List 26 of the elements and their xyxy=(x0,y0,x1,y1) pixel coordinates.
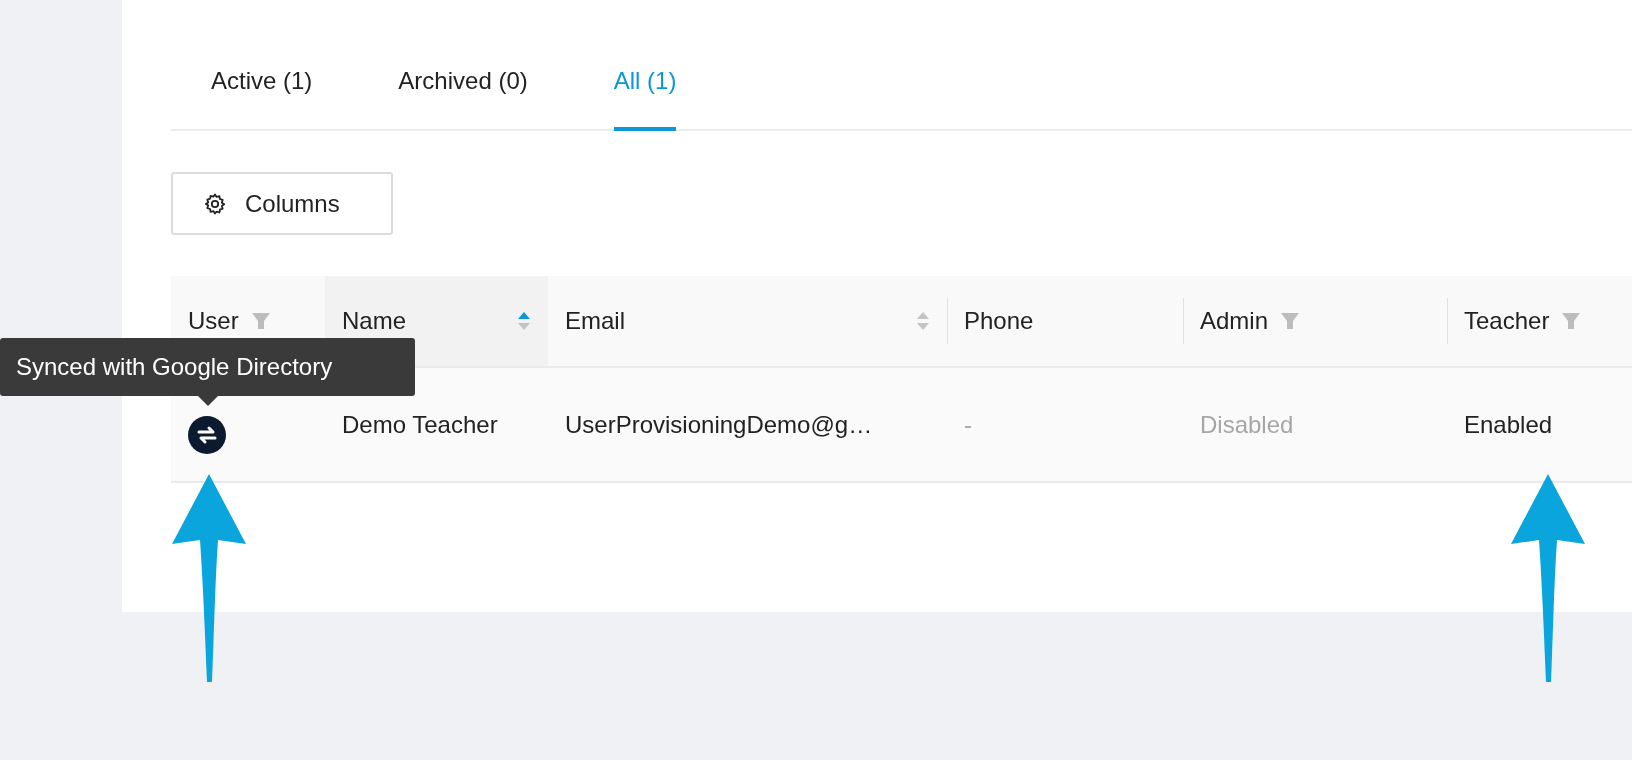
filter-icon[interactable] xyxy=(1561,312,1582,330)
column-label: Name xyxy=(342,306,408,336)
column-label: User xyxy=(188,306,239,336)
column-label: Phone xyxy=(964,306,1034,336)
column-header[interactable]: Teacher xyxy=(1447,276,1632,366)
sort-icon[interactable] xyxy=(517,310,531,332)
column-header[interactable]: Email xyxy=(548,276,947,366)
tooltip-pointer xyxy=(197,396,218,406)
table-cell: Enabled xyxy=(1464,410,1553,438)
tooltip: Synced with Google Directory xyxy=(0,338,415,396)
column-header[interactable]: Phone xyxy=(947,276,1183,366)
column-label: Email xyxy=(565,306,626,336)
filter-icon[interactable] xyxy=(250,312,271,330)
table-cell: Demo Teacher xyxy=(342,410,498,438)
tab[interactable]: Archived (0) xyxy=(358,63,568,131)
filter-icon[interactable] xyxy=(1280,312,1301,330)
table-cell: - xyxy=(964,410,972,438)
column-label: Admin xyxy=(1200,306,1269,336)
table-cell: UserProvisioningDemo@g… xyxy=(565,410,873,438)
table-cell: Disabled xyxy=(1200,410,1294,438)
columns-button[interactable]: Columns xyxy=(171,172,393,235)
sort-icon[interactable] xyxy=(916,310,930,332)
column-label: Teacher xyxy=(1464,306,1550,336)
tab[interactable]: Active (1) xyxy=(171,63,353,131)
settings-icon xyxy=(203,191,227,216)
column-header[interactable]: Admin xyxy=(1183,276,1447,366)
